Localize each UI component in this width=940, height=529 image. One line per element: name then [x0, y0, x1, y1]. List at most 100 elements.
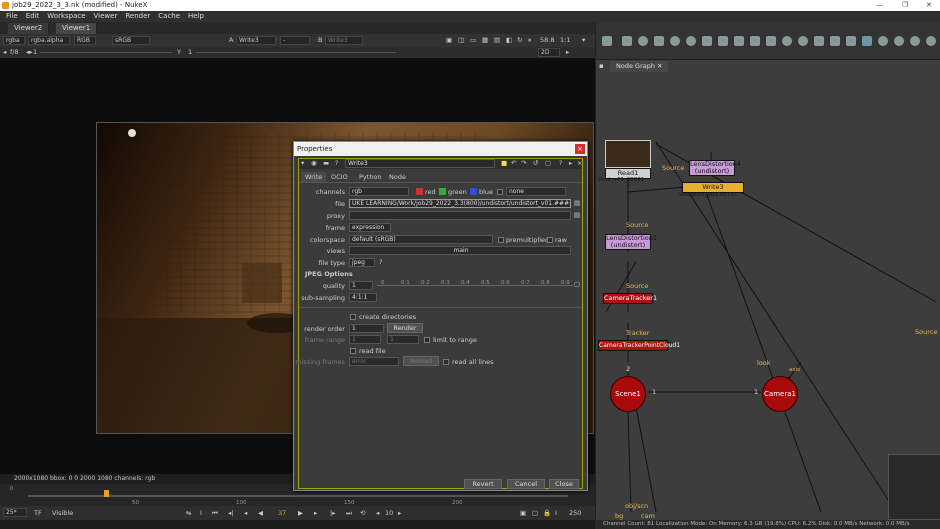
- camera1-node[interactable]: Camera1: [762, 376, 798, 412]
- gain-slider[interactable]: [40, 52, 172, 53]
- step-back-icon[interactable]: ◂: [244, 509, 247, 517]
- tf-label[interactable]: TF: [34, 509, 42, 517]
- input-a-dropdown[interactable]: Write3: [236, 36, 276, 45]
- keyer-nodes-icon[interactable]: [702, 36, 712, 46]
- tab-write[interactable]: Write: [301, 172, 327, 182]
- draw-nodes-icon[interactable]: [622, 36, 632, 46]
- menu-workspace[interactable]: Workspace: [47, 12, 85, 20]
- menu-file[interactable]: File: [6, 12, 18, 20]
- menu-edit[interactable]: Edit: [26, 12, 40, 20]
- help-question-icon[interactable]: ?: [559, 159, 562, 167]
- time-nodes-icon[interactable]: [638, 36, 648, 46]
- roi-icon[interactable]: ▣: [446, 34, 452, 47]
- raw-data-checkbox[interactable]: [547, 237, 553, 243]
- red-checkbox[interactable]: [416, 188, 423, 195]
- frame-increment-field[interactable]: 10: [385, 509, 393, 517]
- read-file-checkbox[interactable]: [350, 348, 356, 354]
- gain-value[interactable]: 1: [33, 47, 37, 58]
- settings-gear-icon[interactable]: [926, 36, 936, 46]
- metadata-nodes-icon[interactable]: [814, 36, 824, 46]
- out-point-icon[interactable]: I: [555, 509, 557, 517]
- cameratracker1-node[interactable]: CameraTracker1: [603, 293, 657, 304]
- step-forward-icon[interactable]: ▸: [314, 509, 317, 517]
- tab-node-graph[interactable]: Node Graph ✕: [610, 61, 669, 72]
- alpha-channel-select[interactable]: none: [506, 187, 566, 196]
- panel-close-icon[interactable]: ×: [577, 159, 582, 167]
- render-button[interactable]: Render: [387, 323, 423, 333]
- proxy-browse-icon[interactable]: ▤: [574, 211, 580, 219]
- last-frame-icon[interactable]: ⏭: [346, 509, 352, 518]
- 3d-nodes-icon[interactable]: [750, 36, 760, 46]
- undo-icon[interactable]: ↶: [511, 159, 516, 167]
- close-window-icon[interactable]: ✕: [926, 0, 932, 11]
- filetype-help-icon[interactable]: ?: [379, 258, 382, 266]
- properties-close-icon[interactable]: ×: [575, 144, 585, 154]
- viewer-lock-icon[interactable]: ▸: [566, 47, 569, 58]
- proxy-icon[interactable]: ▣: [520, 509, 526, 517]
- fstop-icon[interactable]: ◂: [3, 47, 6, 58]
- properties-title-bar[interactable]: Properties: [294, 142, 587, 156]
- node-color-icon[interactable]: ▬: [323, 159, 329, 167]
- menu-help[interactable]: Help: [188, 12, 204, 20]
- timeline-zoom-dropdown[interactable]: 25*: [3, 508, 27, 517]
- subsampling-select[interactable]: 4:1:1: [349, 293, 377, 302]
- tab-node[interactable]: Node: [385, 172, 410, 182]
- blue-checkbox[interactable]: [470, 188, 477, 195]
- proxy-input[interactable]: [349, 211, 571, 220]
- pin-icon[interactable]: ▸: [569, 159, 572, 167]
- redo-icon[interactable]: ↷: [521, 159, 526, 167]
- range-end-input[interactable]: 1: [387, 335, 419, 344]
- gain-stepper-icon[interactable]: ◂▸: [26, 47, 33, 58]
- transform-nodes-icon[interactable]: [734, 36, 744, 46]
- reload-button[interactable]: Reload: [403, 356, 439, 366]
- quality-animate-icon[interactable]: ▢: [574, 280, 580, 288]
- lock-icon[interactable]: 🔒: [543, 509, 551, 517]
- view-mode-dropdown[interactable]: 2D: [538, 48, 560, 57]
- read1-thumbnail[interactable]: [605, 140, 651, 168]
- pause-icon[interactable]: ⏸: [528, 34, 531, 47]
- prev-keyframe-icon[interactable]: ◂|: [228, 509, 233, 517]
- node-graph-navigator[interactable]: [888, 454, 940, 520]
- cancel-button[interactable]: Cancel: [507, 479, 545, 489]
- current-frame-field[interactable]: 37: [278, 509, 286, 517]
- sync-icon[interactable]: ⇆: [186, 509, 191, 517]
- input-b-dropdown[interactable]: Write3: [325, 36, 363, 45]
- float-panel-icon[interactable]: ▢: [545, 159, 551, 167]
- limit-range-checkbox[interactable]: [424, 337, 430, 343]
- mask-icon[interactable]: ▤: [494, 34, 500, 47]
- particles-nodes-icon[interactable]: [766, 36, 776, 46]
- revert-icon[interactable]: ↺: [533, 159, 538, 167]
- menu-render[interactable]: Render: [125, 12, 150, 20]
- toolsets-icon[interactable]: [830, 36, 840, 46]
- gamma-value[interactable]: 1: [188, 47, 192, 58]
- node-icon[interactable]: ◉: [311, 159, 317, 167]
- pointcloud-node[interactable]: CameraTrackerPointCloud1: [598, 340, 680, 351]
- end-frame-field[interactable]: 250: [569, 509, 581, 517]
- first-frame-icon[interactable]: ⏮: [212, 509, 218, 518]
- furnace-nodes-icon[interactable]: [862, 36, 872, 46]
- knob-color-icon[interactable]: ■: [501, 159, 507, 167]
- views-nodes-icon[interactable]: [798, 36, 808, 46]
- pane-menu-icon[interactable]: ▪: [599, 62, 604, 70]
- range-start-input[interactable]: 1: [349, 335, 381, 344]
- ocula-nodes-icon[interactable]: [878, 36, 888, 46]
- file-browse-icon[interactable]: ▤: [574, 199, 580, 207]
- channels-dropdown[interactable]: rgba: [3, 36, 25, 45]
- in-point-icon[interactable]: I: [200, 509, 202, 517]
- tab-viewer1[interactable]: Viewer1: [56, 23, 98, 34]
- revert-button[interactable]: Revert: [464, 479, 502, 489]
- merge-nodes-icon[interactable]: [718, 36, 728, 46]
- skip-forward-icon[interactable]: ▸: [398, 509, 401, 517]
- close-button[interactable]: Close: [549, 479, 579, 489]
- image-nodes-icon[interactable]: [602, 36, 612, 46]
- tab-viewer2[interactable]: Viewer2: [8, 23, 50, 34]
- collapse-icon[interactable]: ▾: [301, 159, 304, 167]
- scene1-node[interactable]: Scene1: [610, 376, 646, 412]
- channel-nodes-icon[interactable]: [654, 36, 664, 46]
- alpha-dropdown[interactable]: rgba.alpha: [28, 36, 70, 45]
- overlay-icon[interactable]: ◫: [458, 34, 464, 47]
- lut-dropdown[interactable]: sRGB: [112, 36, 150, 45]
- gamma-slider[interactable]: [196, 52, 396, 53]
- viewer-settings-icon[interactable]: ▾: [582, 34, 585, 47]
- node-graph-canvas[interactable]: Read1 Ocnt_v01_00001 Source LensDistorti…: [596, 72, 940, 520]
